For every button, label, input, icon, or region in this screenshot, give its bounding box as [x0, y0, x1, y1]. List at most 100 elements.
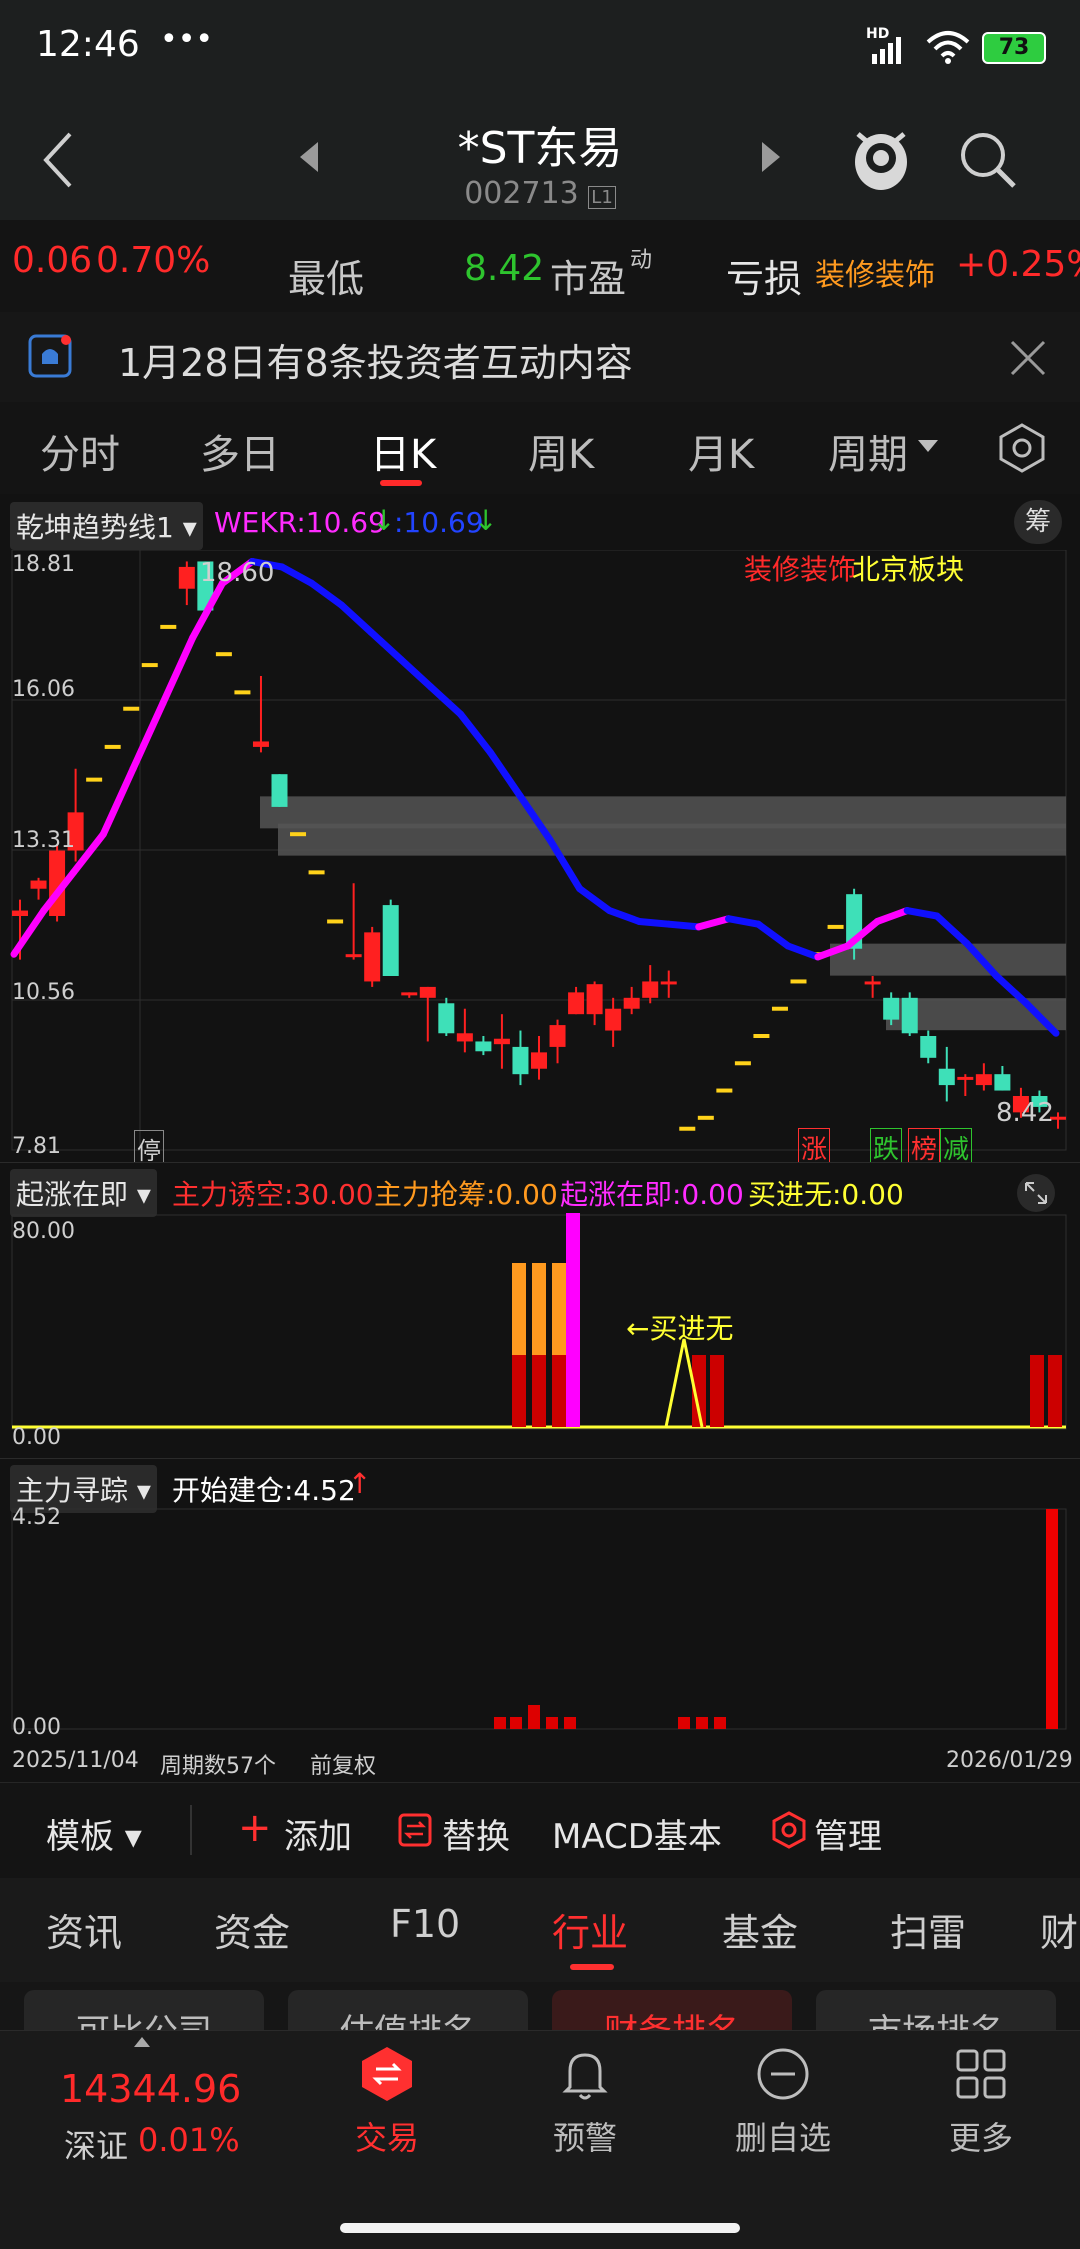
pe-label: 市盈 [550, 257, 627, 301]
tab-period[interactable]: 周期 [828, 422, 908, 480]
tab-finance[interactable]: 财 [1040, 1902, 1078, 1957]
axis-footer: 2025/11/04 周期数57个 前复权 2026/01/29 [0, 1744, 1080, 1782]
subtab-financial[interactable]: 财务排名 [552, 1990, 792, 2030]
indicator2-plot [11, 1508, 1067, 1730]
tab-f10[interactable]: F10 [390, 1902, 460, 1946]
candle-flat [734, 1061, 751, 1066]
chip-distribution-button[interactable]: 筹 [1014, 500, 1062, 544]
nav-trade[interactable]: 交易 [312, 2045, 462, 2159]
start-date: 2025/11/04 [12, 1748, 139, 1773]
indicator-panel-2[interactable]: 主力寻踪 ▾ 开始建仓:4.52 ↑ 4.52 0.00 [0, 1458, 1080, 1745]
subtab-market[interactable]: 市场排名 [816, 1990, 1056, 2030]
subtab-comparable[interactable]: 可比公司 [24, 1990, 264, 2030]
ind1-bar-orange [532, 1263, 546, 1355]
y-tick-2: 16.06 [12, 677, 75, 702]
wekr-label: WEKR:10.69 [214, 506, 386, 539]
prev-stock-icon[interactable] [298, 140, 322, 174]
subtab-valuation[interactable]: 估值排名 [288, 1990, 528, 2030]
bottom-nav: 14344.96 深证 0.01% 交易 预警 删自选 更多 [0, 2030, 1080, 2249]
ind1-bar-red [1048, 1355, 1062, 1427]
candle-flat [753, 1034, 770, 1038]
wekr-value2: :10.69 [394, 506, 484, 539]
add-button[interactable]: 添加 [284, 1809, 352, 1858]
candle-body [493, 1038, 510, 1045]
close-icon[interactable] [1008, 338, 1048, 378]
high-label: 18.60 [200, 558, 275, 588]
sector-name[interactable]: 装修装饰 [815, 250, 935, 294]
back-arrow-icon[interactable] [40, 130, 80, 190]
ind2-frame [11, 1508, 1067, 1730]
trend-line-segment [397, 656, 435, 691]
ind2-y-tick-bottom: 0.00 [12, 1715, 61, 1740]
tab-daily-k[interactable]: 日K [370, 422, 436, 480]
indicator1-selector[interactable]: 起涨在即 ▾ [10, 1169, 157, 1217]
mascot-icon[interactable] [846, 118, 916, 198]
wifi-icon [926, 31, 970, 64]
candle-flat [141, 663, 158, 668]
candle-body [531, 1052, 547, 1069]
nav-alert[interactable]: 预警 [510, 2045, 660, 2159]
active-tab-indicator [380, 480, 422, 486]
ind2-bar [564, 1717, 576, 1729]
trend-line-segment [99, 765, 137, 838]
battery-indicator: 73 [982, 32, 1046, 64]
tab-funds[interactable]: 资金 [214, 1902, 290, 1957]
main-kline-chart[interactable]: 乾坤趋势线1 ▾ WEKR:10.69 ↓ :10.69 ↓ 筹 18.81 1… [0, 494, 1080, 1167]
trend-line-segment [933, 912, 971, 947]
ind2-bar [510, 1717, 522, 1729]
trend-line-segment [635, 917, 673, 928]
candle-body [975, 1074, 992, 1086]
template-label: 模板 [46, 1817, 114, 1857]
candle-flat [215, 652, 232, 657]
tab-industry[interactable]: 行业 [552, 1902, 628, 1957]
trend-line-segment [725, 915, 762, 928]
ind1-bar-red [532, 1355, 546, 1427]
tab-risk-scan[interactable]: 扫雷 [890, 1902, 966, 1957]
settings-hex-icon[interactable] [996, 422, 1048, 474]
candle-flat [679, 1126, 696, 1131]
indicator-panel-1[interactable]: 起涨在即 ▾ 主力诱空:30.00 主力抢筹:0.00 起涨在即:0.00 买进… [0, 1162, 1080, 1459]
template-button[interactable]: 模板 ▾ [46, 1809, 142, 1858]
manage-button[interactable]: 管理 [814, 1809, 882, 1858]
candle-body [549, 1025, 566, 1047]
home-indicator [340, 2223, 740, 2233]
trend-line-segment [159, 634, 197, 707]
tab-weekly-k[interactable]: 周K [528, 422, 594, 480]
nav-alert-label: 预警 [552, 2119, 617, 2157]
main-indicator-selector[interactable]: 乾坤趋势线1 ▾ [10, 502, 203, 550]
replace-button[interactable]: 替换 [442, 1809, 510, 1858]
pe-superscript: 动 [630, 248, 653, 273]
candle-flat [716, 1088, 733, 1093]
candle-body [957, 1076, 974, 1080]
nav-more[interactable]: 更多 [906, 2045, 1056, 2159]
tab-multiday[interactable]: 多日 [200, 422, 280, 480]
adjust-mode[interactable]: 前复权 [310, 1748, 376, 1780]
ind2-y-tick-top: 4.52 [12, 1505, 61, 1530]
trend-line-segment [903, 907, 941, 920]
next-stock-icon[interactable] [758, 140, 782, 174]
toolbar-divider [190, 1805, 192, 1855]
investor-notice-bar[interactable]: 1月28日有8条投资者互动内容 [0, 312, 1080, 403]
trend-line-segment [665, 920, 703, 931]
search-icon[interactable] [956, 128, 1020, 192]
candle-body [568, 992, 585, 1015]
trend-line-segment [576, 885, 613, 915]
trend-line-segment [873, 907, 911, 925]
nav-remove-watchlist[interactable]: 删自选 [708, 2045, 858, 2159]
tab-intraday[interactable]: 分时 [40, 422, 120, 480]
tab-monthly-k[interactable]: 月K [688, 422, 754, 480]
tab-fund[interactable]: 基金 [722, 1902, 798, 1957]
index-value[interactable]: 14344.96 [60, 2067, 241, 2111]
sector-change: +0.25% [956, 244, 1080, 285]
resistance-band [278, 823, 1066, 856]
tab-news[interactable]: 资讯 [46, 1902, 122, 1957]
ind1-bar-red [552, 1355, 566, 1427]
expand-icon[interactable] [1014, 1173, 1058, 1213]
indicator-toolbar: 模板 ▾ + 添加 替换 MACD基本 管理 [0, 1782, 1080, 1879]
ind1-bar-red [512, 1355, 526, 1427]
ind2-bar [714, 1717, 726, 1729]
y-tick-4: 10.56 [12, 980, 75, 1005]
market-badge: L1 [588, 186, 616, 209]
macd-button[interactable]: MACD基本 [552, 1809, 722, 1858]
buy-none-annotation: ←买进无 [626, 1312, 734, 1345]
